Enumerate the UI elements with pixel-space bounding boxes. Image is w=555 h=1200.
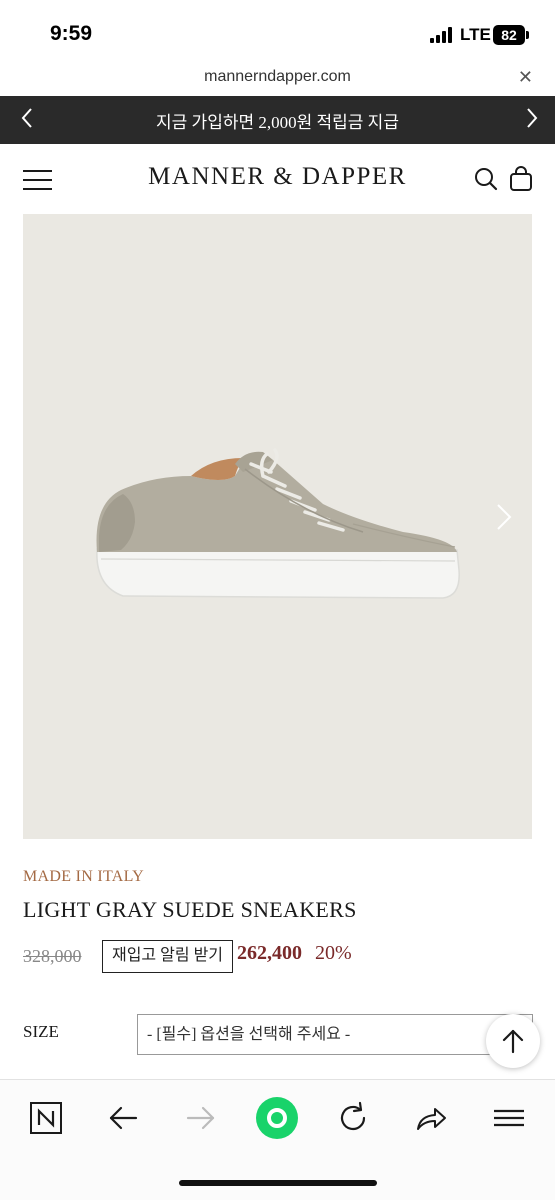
menu-icon[interactable] [487,1096,531,1140]
promo-banner[interactable]: 지금 가입하면 2,000원 적립금 지급 [0,96,555,144]
green-dot-icon[interactable] [255,1096,299,1140]
size-select[interactable]: - [필수] 옵션을 선택해 주세요 - [137,1014,533,1055]
url-text[interactable]: mannerndapper.com [0,68,555,86]
forward-icon[interactable] [179,1096,223,1140]
site-logo[interactable]: MANNER & DAPPER [0,163,555,191]
status-bar: 9:59 LTE 82 [0,0,555,62]
signal-icon [430,27,454,43]
close-icon[interactable]: ✕ [518,67,533,88]
restock-alert-button[interactable]: 재입고 알림 받기 [102,940,233,973]
address-bar[interactable]: mannerndapper.com ✕ [0,62,555,96]
product-image[interactable] [23,214,532,839]
battery-icon: 82 [493,25,525,45]
discount-badge: 20% [315,942,352,964]
shopping-bag-icon[interactable] [508,166,534,192]
refresh-icon[interactable] [331,1096,375,1140]
site-header: MANNER & DAPPER [0,144,555,214]
scroll-to-top-button[interactable] [486,1014,540,1068]
search-icon[interactable] [473,166,499,192]
arrow-up-icon [502,1029,524,1054]
share-icon[interactable] [408,1096,452,1140]
promo-text[interactable]: 지금 가입하면 2,000원 적립금 지급 [0,108,555,133]
home-indicator [179,1180,377,1186]
naver-home-icon[interactable] [24,1096,68,1140]
original-price: 328,000 [23,946,82,966]
back-icon[interactable] [101,1096,145,1140]
sneaker-illustration [96,448,460,599]
sale-price: 262,400 [237,942,302,964]
promo-next-icon[interactable] [525,106,539,136]
status-time: 9:59 [50,22,93,45]
network-type: LTE [460,25,491,44]
product-origin: MADE IN ITALY [23,868,144,885]
size-label: SIZE [23,1022,59,1041]
product-title: LIGHT GRAY SUEDE SNEAKERS [23,897,357,922]
battery-tip [526,31,529,39]
image-next-icon[interactable] [494,502,514,532]
price-row: 328,000 재입고 알림 받기 262,400 20% [23,940,543,974]
